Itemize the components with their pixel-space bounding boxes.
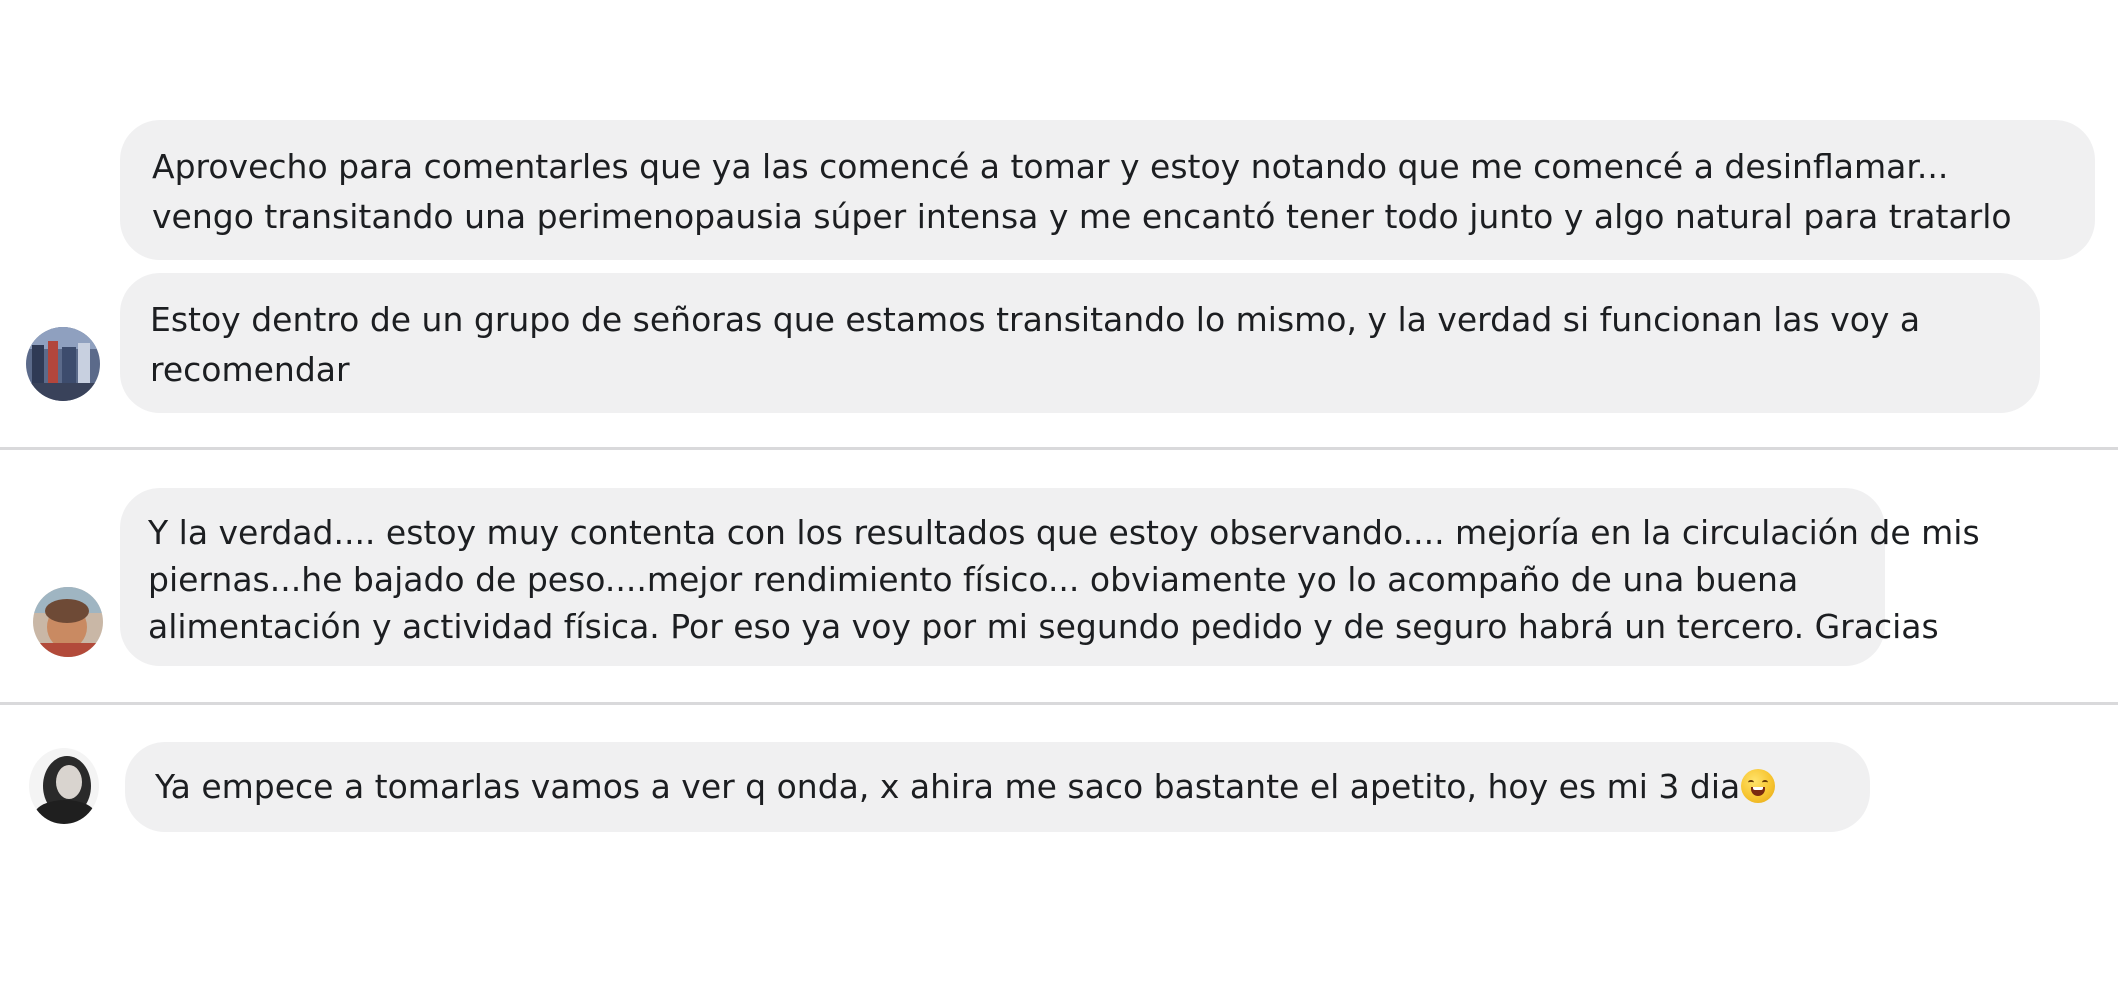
comment-bubble: Estoy dentro de un grupo de señoras que … (120, 273, 2040, 413)
avatar[interactable] (29, 748, 99, 824)
comment-text-line: alimentación y actividad física. Por eso… (148, 607, 1939, 646)
avatar-image-icon (29, 748, 99, 824)
comment-bubble: Ya empece a tomarlas vamos a ver q onda,… (125, 742, 1870, 832)
avatar-image-icon (33, 587, 103, 657)
comment-text-line: Aprovecho para comentarles que ya las co… (152, 147, 1949, 186)
comment-bubble: Y la verdad.... estoy muy contenta con l… (120, 488, 1980, 666)
avatar[interactable] (26, 327, 100, 401)
avatar-image-icon (26, 327, 100, 401)
comment-text: Ya empece a tomarlas vamos a ver q onda,… (155, 767, 1741, 806)
comment-bubble: Aprovecho para comentarles que ya las co… (120, 120, 2095, 260)
comment-text-line: Estoy dentro de un grupo de señoras que … (150, 300, 1921, 339)
comment-text-line: vengo transitando una perimenopausia súp… (152, 197, 2012, 236)
divider (0, 702, 2118, 705)
comment-text-line: recomendar (150, 350, 350, 389)
comment-text-line: Ya empece a tomarlas vamos a ver q onda,… (155, 762, 1842, 812)
avatar[interactable] (33, 587, 103, 657)
comment-text-line: Y la verdad.... estoy muy contenta con l… (148, 513, 1980, 552)
comment-text-line: piernas...he bajado de peso....mejor ren… (148, 560, 1799, 599)
grinning-face-emoji-icon (1741, 769, 1776, 803)
divider (0, 447, 2118, 450)
